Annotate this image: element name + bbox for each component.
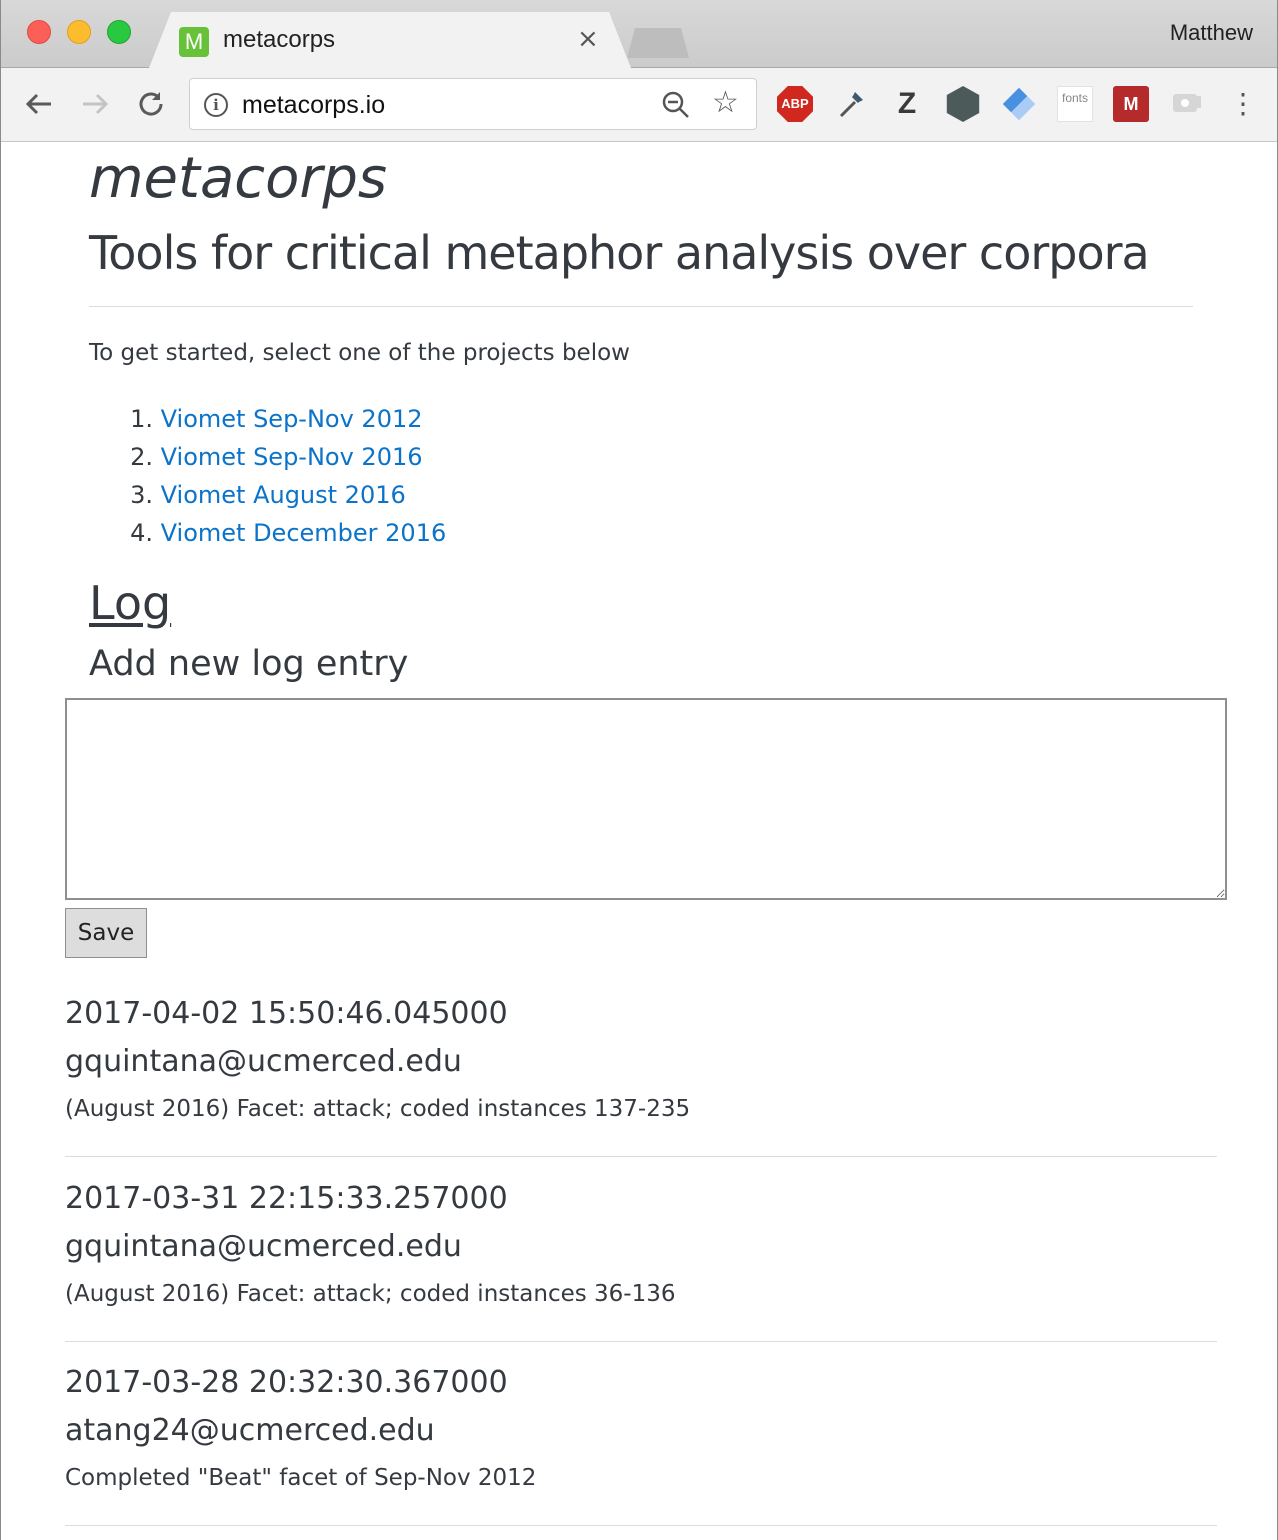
new-tab-button[interactable] — [627, 28, 689, 58]
page-content: metacorps Tools for critical metaphor an… — [1, 142, 1277, 1540]
bookmark-star-icon[interactable]: ☆ — [712, 85, 739, 120]
divider — [65, 1156, 1217, 1157]
profile-name[interactable]: Matthew — [1170, 20, 1253, 46]
log-entry-timestamp: 2017-03-31 22:15:33.257000 — [65, 1181, 508, 1216]
log-entry-timestamp: 2017-03-28 20:32:30.367000 — [65, 1365, 508, 1400]
project-list-item: 2. Viomet Sep-Nov 2016 — [115, 438, 446, 476]
intro-text: To get started, select one of the projec… — [89, 340, 630, 366]
project-list: 1. Viomet Sep-Nov 2012 2. Viomet Sep-Nov… — [115, 400, 446, 552]
tab-title: metacorps — [223, 26, 336, 53]
reload-icon[interactable] — [133, 86, 169, 122]
log-heading: Log — [89, 576, 172, 630]
list-number: 4. — [130, 519, 153, 547]
add-log-entry-heading: Add new log entry — [89, 644, 409, 684]
window-close-button[interactable] — [27, 20, 51, 44]
log-entry: 2017-03-28 20:32:30.367000 atang24@ucmer… — [65, 1359, 1217, 1526]
url-text[interactable]: metacorps.io — [242, 91, 385, 120]
tab-bar: M metacorps × Matthew — [1, 0, 1277, 68]
project-list-item: 3. Viomet August 2016 — [115, 476, 446, 514]
window-minimize-button[interactable] — [67, 20, 91, 44]
project-list-item: 4. Viomet December 2016 — [115, 514, 446, 552]
diamond-extension-icon[interactable] — [1002, 87, 1036, 121]
site-title: metacorps — [89, 146, 388, 211]
adblock-plus-icon[interactable]: ABP — [777, 86, 813, 122]
tab-close-icon[interactable]: × — [577, 24, 599, 54]
window-maximize-button[interactable] — [107, 20, 131, 44]
log-entry-textarea[interactable] — [65, 698, 1227, 900]
hexagon-extension-icon[interactable] — [946, 86, 980, 122]
favicon-icon: M — [179, 27, 209, 57]
log-entry-text: (August 2016) Facet: attack; coded insta… — [65, 1281, 676, 1307]
project-link-sep-nov-2012[interactable]: Viomet Sep-Nov 2012 — [161, 405, 423, 433]
info-icon[interactable]: i — [204, 93, 228, 117]
back-arrow-icon[interactable] — [21, 86, 57, 122]
browser-toolbar: i metacorps.io ☆ ABP Z fonts M ⋮ — [1, 68, 1277, 142]
site-subtitle: Tools for critical metaphor analysis ove… — [89, 226, 1150, 280]
zotero-icon[interactable]: Z — [889, 86, 925, 122]
list-number: 3. — [130, 481, 153, 509]
list-number: 2. — [130, 443, 153, 471]
log-entry-user: atang24@ucmerced.edu — [65, 1413, 435, 1448]
log-entry: 2017-04-02 15:50:46.045000 gquintana@ucm… — [65, 990, 1217, 1157]
tab-metacorps[interactable]: M metacorps × — [149, 12, 631, 68]
project-link-sep-nov-2016[interactable]: Viomet Sep-Nov 2016 — [161, 443, 423, 471]
divider — [89, 306, 1193, 307]
log-entry-user: gquintana@ucmerced.edu — [65, 1044, 462, 1079]
eyedropper-icon[interactable] — [833, 86, 869, 122]
log-entry-text: Completed "Beat" facet of Sep-Nov 2012 — [65, 1465, 537, 1491]
divider — [65, 1341, 1217, 1342]
log-entry: 2017-03-31 22:15:33.257000 gquintana@ucm… — [65, 1175, 1217, 1342]
zoom-out-icon[interactable] — [660, 89, 692, 121]
log-entry-user: gquintana@ucmerced.edu — [65, 1229, 462, 1264]
chat-extension-icon[interactable] — [1169, 86, 1205, 122]
divider — [65, 1525, 1217, 1526]
fonts-extension-icon[interactable]: fonts — [1057, 86, 1093, 122]
project-link-december-2016[interactable]: Viomet December 2016 — [161, 519, 447, 547]
mendeley-icon[interactable]: M — [1113, 86, 1149, 122]
log-entry-timestamp: 2017-04-02 15:50:46.045000 — [65, 996, 508, 1031]
save-button[interactable]: Save — [65, 908, 147, 958]
project-list-item: 1. Viomet Sep-Nov 2012 — [115, 400, 446, 438]
address-bar[interactable]: i metacorps.io ☆ — [189, 78, 757, 130]
project-link-august-2016[interactable]: Viomet August 2016 — [161, 481, 406, 509]
log-entry-text: (August 2016) Facet: attack; coded insta… — [65, 1096, 691, 1122]
list-number: 1. — [130, 405, 153, 433]
forward-arrow-icon[interactable] — [77, 86, 113, 122]
browser-window: M metacorps × Matthew i metacorps.io ☆ A… — [0, 0, 1278, 1540]
browser-menu-icon[interactable]: ⋮ — [1229, 86, 1257, 122]
